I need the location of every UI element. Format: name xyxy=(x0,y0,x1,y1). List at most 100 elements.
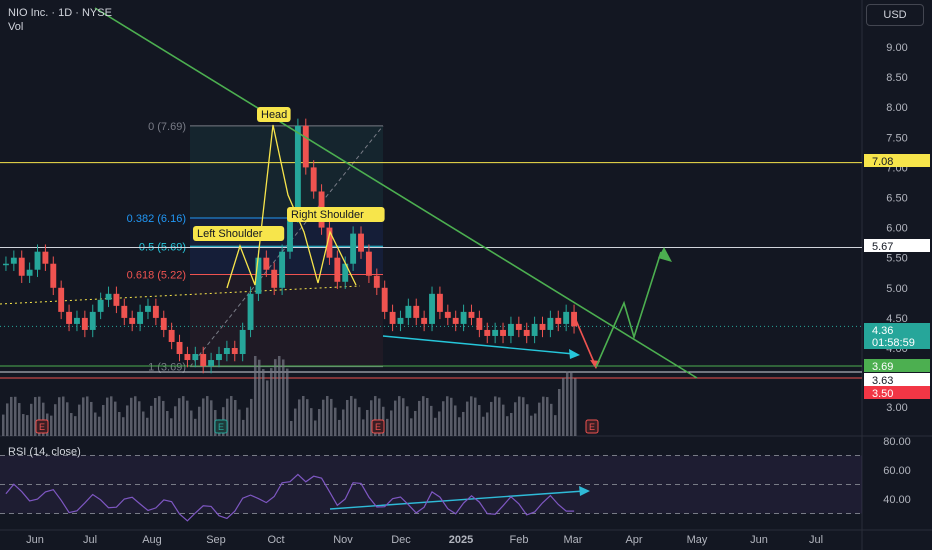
candle xyxy=(413,305,420,318)
volume-bar xyxy=(298,399,301,436)
volume-bar xyxy=(534,413,537,436)
candle xyxy=(208,360,215,367)
time-tick-4: Oct xyxy=(267,534,284,546)
volume-bar xyxy=(426,397,429,436)
volume-bar xyxy=(170,418,173,436)
volume-bar xyxy=(30,403,33,436)
candle xyxy=(200,354,207,367)
volume-bar xyxy=(10,396,13,436)
volume-bar xyxy=(54,404,57,436)
countdown-label: 01:58:59 xyxy=(872,337,915,349)
candle xyxy=(294,125,301,216)
volume-bar xyxy=(238,409,241,436)
volume-bar xyxy=(342,409,345,436)
volume-bar xyxy=(258,359,261,436)
volume-bar xyxy=(138,401,141,436)
candle xyxy=(26,269,33,276)
earnings-label-0: E xyxy=(39,422,45,432)
price-tick-1: 8.50 xyxy=(886,72,907,84)
candle xyxy=(531,323,538,336)
volume-bar xyxy=(234,400,237,436)
candle xyxy=(460,311,467,324)
volume-bar xyxy=(546,397,549,436)
currency-button[interactable]: USD xyxy=(866,4,924,26)
volume-bar xyxy=(102,405,105,436)
volume-bar xyxy=(570,371,573,436)
volume-bar xyxy=(270,368,273,436)
candle xyxy=(365,251,372,276)
price-tick-6: 6.00 xyxy=(886,223,907,235)
candle xyxy=(468,311,475,318)
annotation-2: Right Shoulder xyxy=(291,209,364,221)
volume-bar xyxy=(510,412,513,436)
volume-bar xyxy=(410,418,413,436)
volume-bar xyxy=(154,397,157,436)
price-chart[interactable]: 9.008.508.007.507.006.506.005.505.004.50… xyxy=(0,0,932,550)
volume-bar xyxy=(70,413,73,436)
volume-label: Vol xyxy=(8,21,24,33)
price-tick-8: 5.00 xyxy=(886,283,907,295)
volume-bar xyxy=(330,398,333,436)
volume-bar xyxy=(498,397,501,436)
volume-bar xyxy=(118,412,121,436)
rsi-tick-0: 80.00 xyxy=(883,436,911,448)
volume-bar xyxy=(194,418,197,436)
volume-bar xyxy=(354,398,357,436)
volume-bar xyxy=(114,401,117,436)
candle xyxy=(405,305,412,318)
candle xyxy=(129,317,136,324)
candle xyxy=(515,323,522,330)
candle xyxy=(271,269,278,288)
candle xyxy=(192,354,199,361)
time-tick-9: Mar xyxy=(564,534,583,546)
price-tick-7: 5.50 xyxy=(886,253,907,265)
volume-bar xyxy=(310,408,313,436)
rsi-label: RSI (14, close) xyxy=(8,446,81,458)
volume-bar xyxy=(178,398,181,436)
candle xyxy=(152,305,159,318)
volume-bar xyxy=(462,411,465,436)
volume-bar xyxy=(166,411,169,436)
candle xyxy=(539,323,546,330)
volume-bar xyxy=(338,419,341,436)
volume-bar xyxy=(566,371,569,436)
time-tick-10: Apr xyxy=(625,534,642,546)
price-label-1: 5.67 xyxy=(872,241,893,253)
price-tick-5: 6.50 xyxy=(886,193,907,205)
volume-bar xyxy=(110,396,113,436)
time-tick-1: Jul xyxy=(83,534,97,546)
candle xyxy=(239,329,246,355)
volume-bar xyxy=(490,401,493,436)
rsi-tick-1: 60.00 xyxy=(883,465,911,477)
volume-bar xyxy=(390,410,393,436)
volume-bar xyxy=(518,396,521,436)
volume-bar xyxy=(438,411,441,436)
candle xyxy=(389,311,396,324)
volume-bar xyxy=(146,417,149,436)
candle xyxy=(381,287,388,312)
volume-bar xyxy=(142,411,145,436)
volume-bar xyxy=(458,417,461,436)
volume-bar xyxy=(494,396,497,436)
candle xyxy=(563,311,570,324)
volume-bar xyxy=(290,420,293,436)
fib-label-0: 0 (7.69) xyxy=(148,121,186,133)
volume-bar xyxy=(6,403,9,436)
volume-bar xyxy=(90,401,93,436)
volume-bar xyxy=(542,396,545,436)
candle xyxy=(492,329,499,336)
time-tick-13: Jul xyxy=(809,534,823,546)
volume-bar xyxy=(162,400,165,436)
volume-bar xyxy=(18,403,21,436)
volume-bar xyxy=(466,401,469,436)
candle xyxy=(523,329,530,336)
candle xyxy=(263,257,270,270)
time-tick-8: Feb xyxy=(510,534,529,546)
candle xyxy=(500,329,506,336)
volume-bar xyxy=(26,415,29,436)
price-tick-2: 8.00 xyxy=(886,102,907,114)
candle xyxy=(34,251,41,270)
volume-bar xyxy=(414,410,417,436)
fib-zone-top xyxy=(190,125,383,218)
price-label-5: 3.50 xyxy=(872,388,893,400)
